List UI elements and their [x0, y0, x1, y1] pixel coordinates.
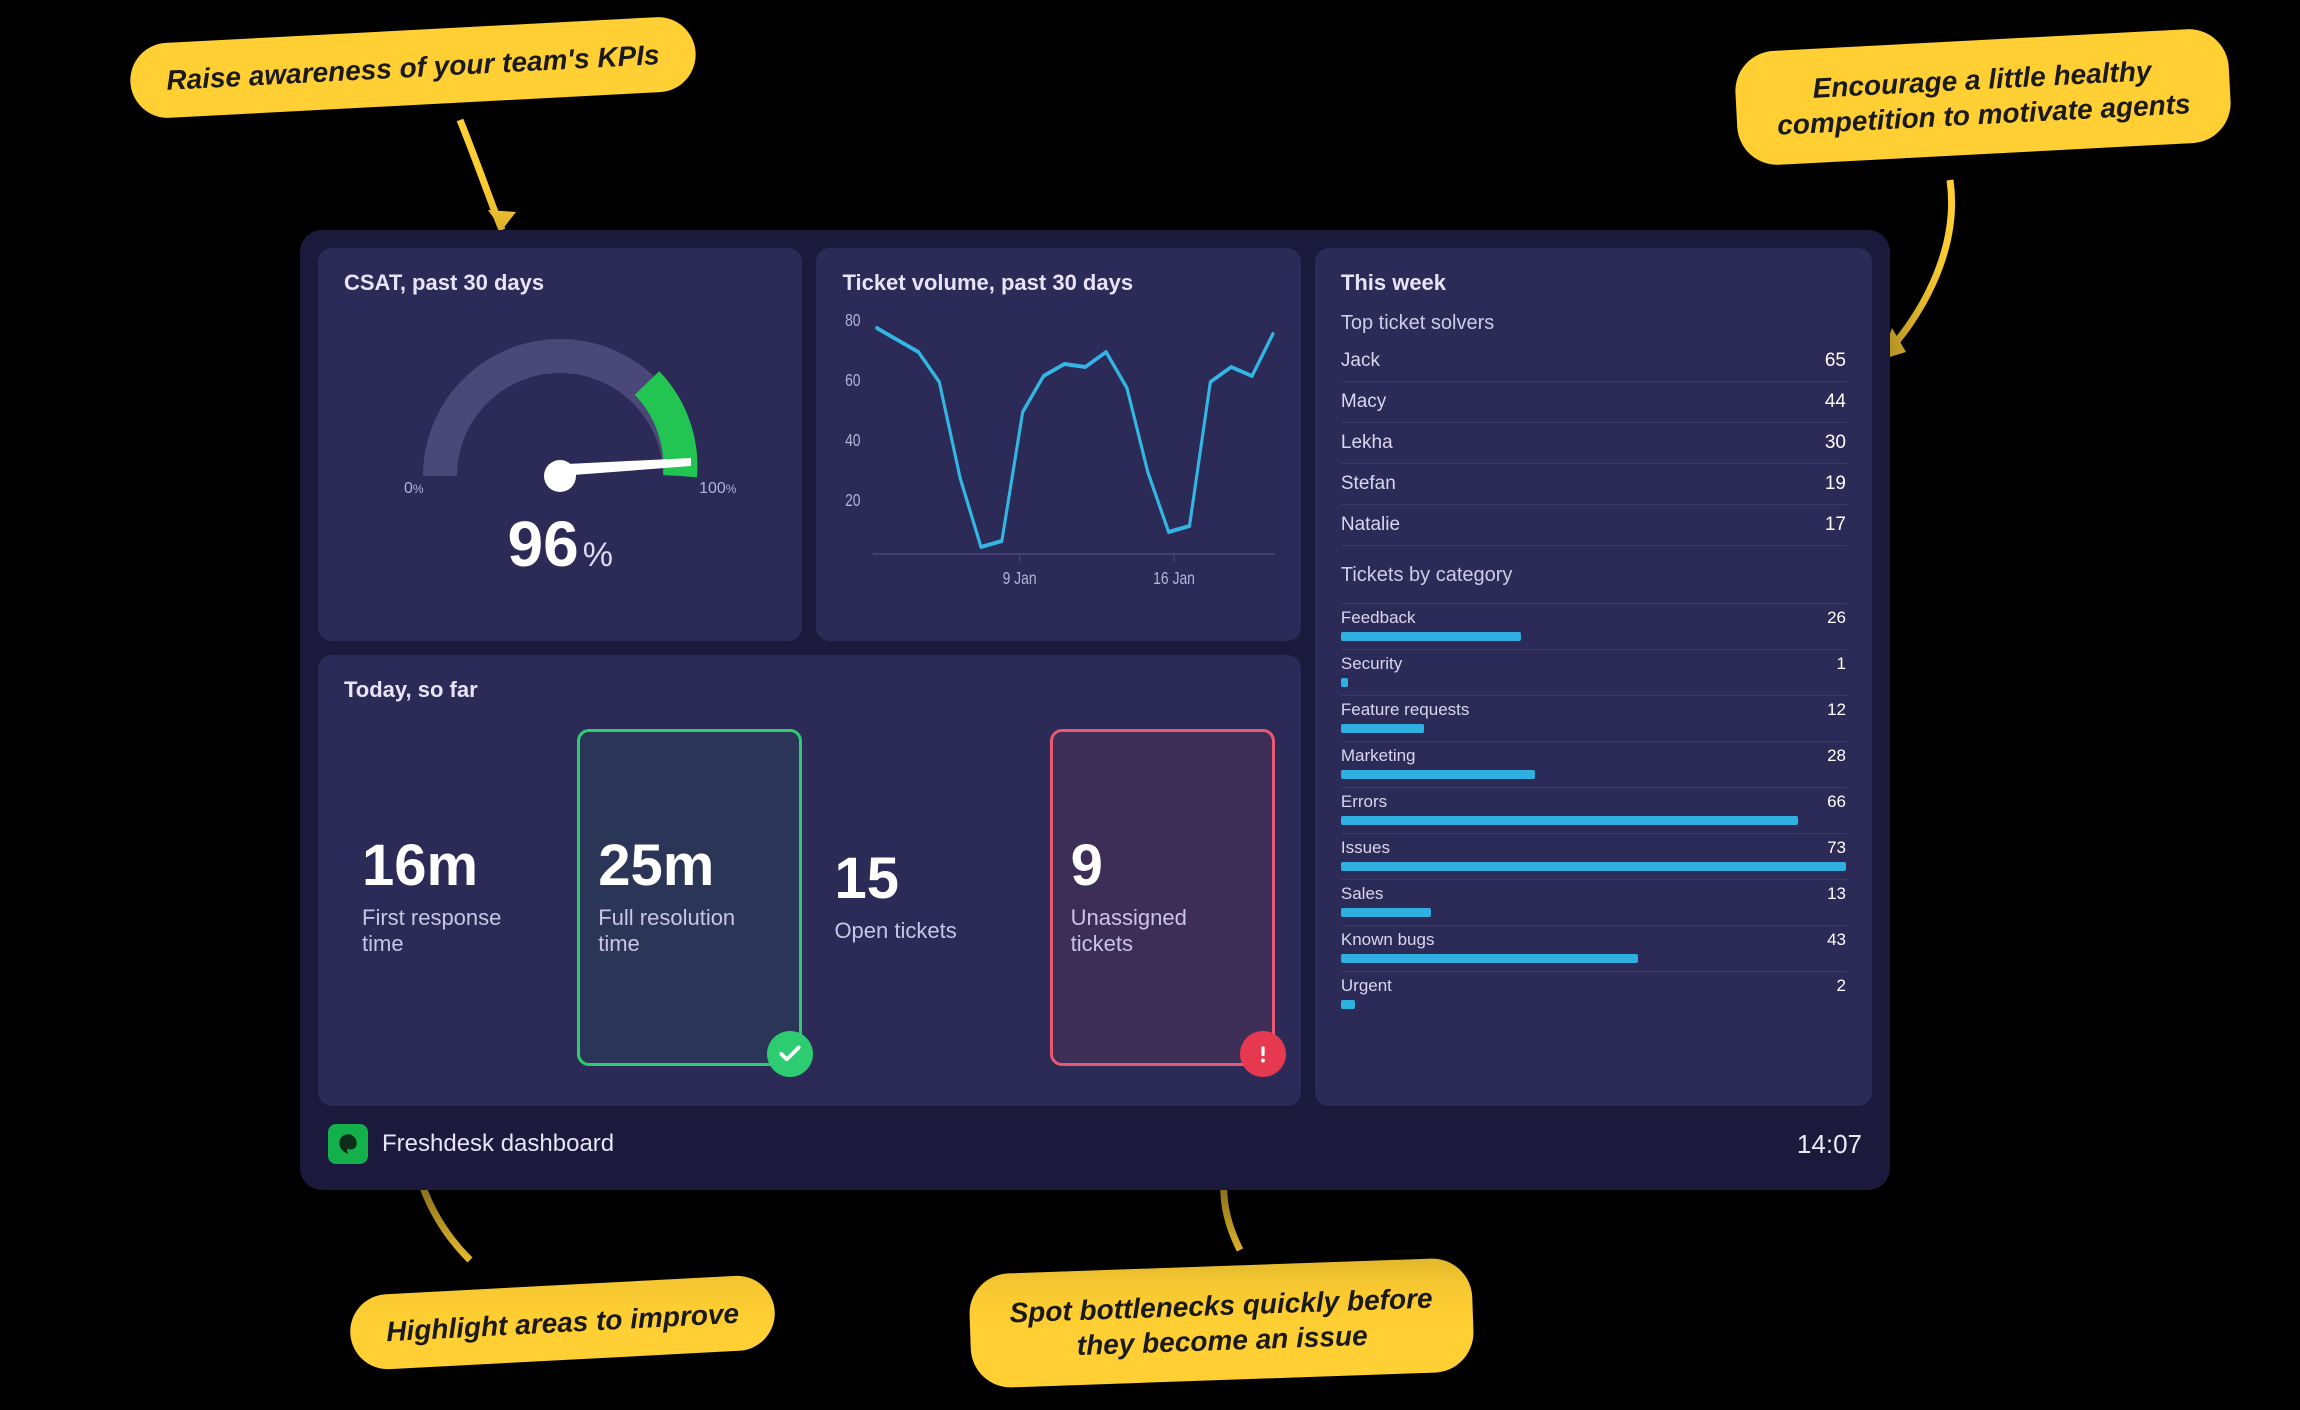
- cat-value: 66: [1827, 792, 1846, 812]
- cat-name: Feedback: [1341, 608, 1416, 628]
- cat-bar: [1341, 908, 1431, 917]
- solvers-heading: Top ticket solvers: [1341, 312, 1846, 335]
- svg-text:9 Jan: 9 Jan: [1003, 568, 1037, 588]
- card-today: Today, so far 16m First response time 25…: [318, 655, 1301, 1106]
- cat-name: Feature requests: [1341, 700, 1470, 720]
- cat-bar: [1341, 954, 1639, 963]
- list-item: Urgent 2: [1341, 971, 1846, 1017]
- callout-competition: Encourage a little healthy competition t…: [1734, 27, 2233, 167]
- cat-name: Security: [1341, 654, 1402, 674]
- stat-full-resolution: 25m Full resolution time: [577, 729, 802, 1066]
- callout-bottleneck: Spot bottlenecks quickly before they bec…: [968, 1257, 1475, 1388]
- list-item: Errors 66: [1341, 787, 1846, 833]
- gauge-icon: [395, 306, 725, 516]
- stat-first-response: 16m First response time: [344, 729, 563, 1066]
- cat-bar: [1341, 724, 1424, 733]
- gauge-max: 100%: [699, 480, 736, 498]
- cat-value: 28: [1827, 746, 1846, 766]
- card-csat: CSAT, past 30 days 0% 100%: [318, 248, 802, 641]
- cat-name: Marketing: [1341, 746, 1416, 766]
- list-item: Known bugs 43: [1341, 925, 1846, 971]
- list-item: Macy44: [1341, 382, 1846, 423]
- stat-value: 15: [834, 850, 1017, 908]
- list-item: Issues 73: [1341, 833, 1846, 879]
- list-item: Natalie17: [1341, 505, 1846, 546]
- dashboard-footer: Freshdesk dashboard 14:07: [318, 1116, 1872, 1172]
- cat-name: Urgent: [1341, 976, 1392, 996]
- cat-name: Errors: [1341, 792, 1387, 812]
- dashboard-title: Freshdesk dashboard: [382, 1130, 614, 1158]
- callout-kpi: Raise awareness of your team's KPIs: [128, 15, 697, 120]
- list-item: Sales 13: [1341, 879, 1846, 925]
- csat-gauge: 0% 100% 96%: [344, 306, 776, 586]
- today-title: Today, so far: [344, 677, 1275, 703]
- cat-bar: [1341, 862, 1846, 871]
- stat-label: Open tickets: [834, 918, 1017, 944]
- cat-name: Issues: [1341, 838, 1390, 858]
- csat-title: CSAT, past 30 days: [344, 270, 776, 296]
- cat-value: 73: [1827, 838, 1846, 858]
- list-item: Feature requests 12: [1341, 695, 1846, 741]
- card-this-week: This week Top ticket solvers Jack65 Macy…: [1315, 248, 1872, 1106]
- cat-bar: [1341, 816, 1798, 825]
- cat-value: 2: [1837, 976, 1846, 996]
- check-icon: [767, 1031, 813, 1077]
- svg-text:80: 80: [846, 310, 862, 330]
- gauge-min: 0%: [404, 480, 424, 498]
- stat-unassigned-tickets: 9 Unassigned tickets: [1050, 729, 1275, 1066]
- stat-label: Unassigned tickets: [1071, 905, 1254, 957]
- list-item: Marketing 28: [1341, 741, 1846, 787]
- cat-bar: [1341, 678, 1348, 687]
- cat-value: 13: [1827, 884, 1846, 904]
- list-item: Security 1: [1341, 649, 1846, 695]
- card-ticket-volume: Ticket volume, past 30 days 80 60 40 20 …: [816, 248, 1300, 641]
- cat-name: Known bugs: [1341, 930, 1435, 950]
- cat-value: 1: [1837, 654, 1846, 674]
- stat-open-tickets: 15 Open tickets: [816, 729, 1035, 1066]
- freshdesk-logo-icon: [328, 1124, 368, 1164]
- cat-bar: [1341, 632, 1521, 641]
- dashboard-frame: CSAT, past 30 days 0% 100%: [300, 230, 1890, 1190]
- dashboard-time: 14:07: [1797, 1129, 1862, 1160]
- gauge-value: 96%: [508, 507, 613, 581]
- volume-chart: 80 60 40 20 9 Jan 16 Jan: [842, 304, 1274, 594]
- svg-text:60: 60: [846, 370, 862, 390]
- stat-value: 9: [1071, 837, 1254, 895]
- list-item: Feedback 26: [1341, 603, 1846, 649]
- stat-value: 16m: [362, 837, 545, 895]
- stat-label: First response time: [362, 905, 545, 957]
- solvers-list: Jack65 Macy44 Lekha30 Stefan19 Natalie17: [1341, 341, 1846, 546]
- svg-text:20: 20: [846, 490, 862, 510]
- cats-heading: Tickets by category: [1341, 564, 1846, 587]
- cat-value: 43: [1827, 930, 1846, 950]
- svg-text:40: 40: [846, 430, 862, 450]
- list-item: Lekha30: [1341, 423, 1846, 464]
- volume-title: Ticket volume, past 30 days: [842, 270, 1274, 296]
- week-title: This week: [1341, 270, 1846, 296]
- cat-name: Sales: [1341, 884, 1384, 904]
- list-item: Jack65: [1341, 341, 1846, 382]
- stat-label: Full resolution time: [598, 905, 781, 957]
- cats-list: Feedback 26 Security 1 Feature requests 12 Mar…: [1341, 603, 1846, 1017]
- callout-improve: Highlight areas to improve: [348, 1274, 777, 1371]
- list-item: Stefan19: [1341, 464, 1846, 505]
- svg-text:16 Jan: 16 Jan: [1154, 568, 1196, 588]
- cat-value: 12: [1827, 700, 1846, 720]
- cat-bar: [1341, 1000, 1355, 1009]
- cat-value: 26: [1827, 608, 1846, 628]
- alert-icon: [1240, 1031, 1286, 1077]
- cat-bar: [1341, 770, 1535, 779]
- stat-value: 25m: [598, 837, 781, 895]
- line-chart-icon: 80 60 40 20 9 Jan 16 Jan: [842, 304, 1274, 594]
